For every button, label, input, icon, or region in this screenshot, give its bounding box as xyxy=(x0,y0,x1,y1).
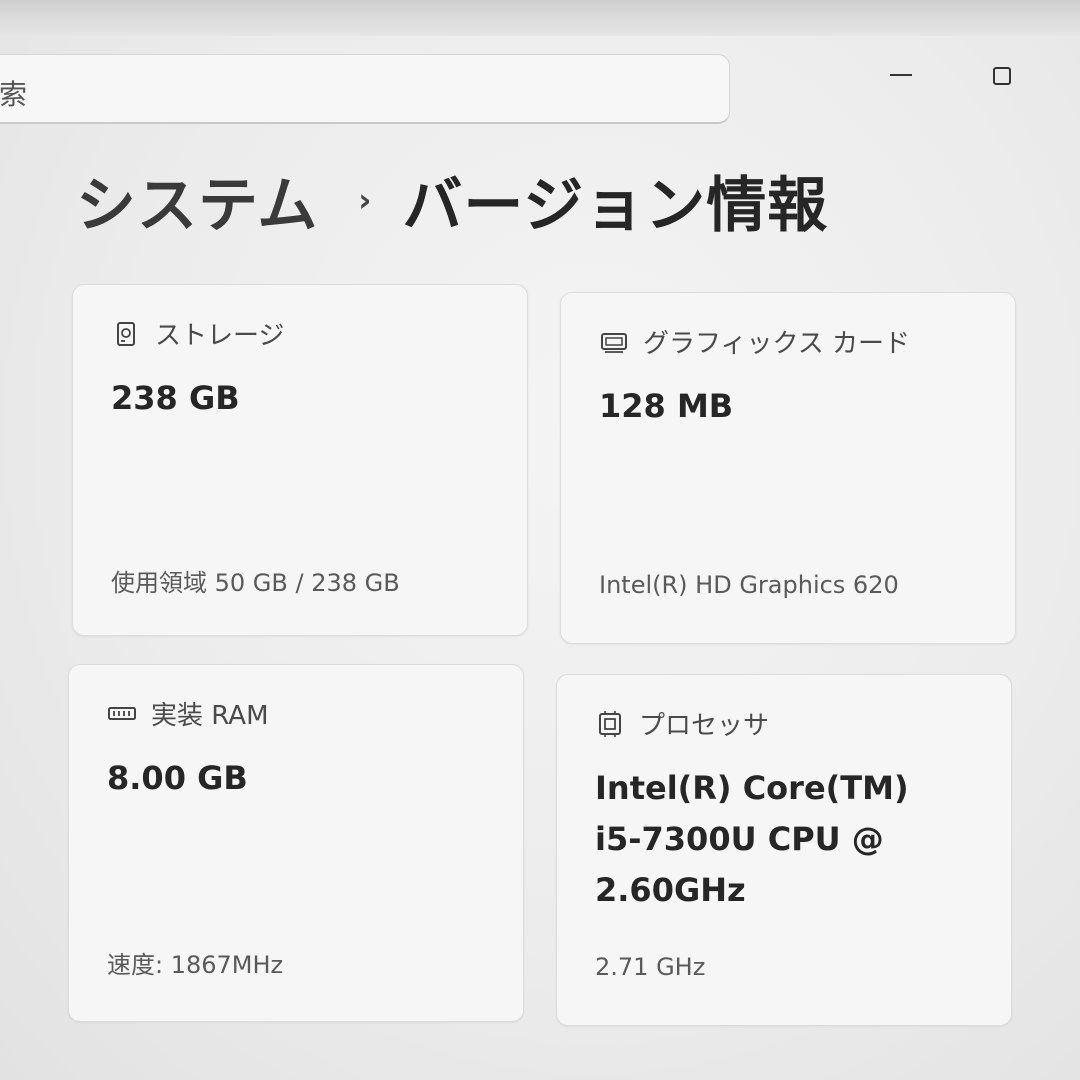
chevron-right-icon: › xyxy=(358,181,373,219)
processor-value: Intel(R) Core(TM) i5-7300U CPU @ 2.60GHz xyxy=(595,763,909,917)
processor-value-line: 2.60GHz xyxy=(595,871,746,910)
display-icon xyxy=(599,327,629,357)
processor-value-line: Intel(R) Core(TM) xyxy=(595,769,909,807)
hard-drive-icon xyxy=(111,319,141,349)
settings-window: 索 システム › バージョン情報 ストレージ 238 GB 使用領域 50 GB… xyxy=(0,0,1080,1080)
storage-card[interactable]: ストレージ 238 GB 使用領域 50 GB / 238 GB xyxy=(72,284,528,636)
processor-label: プロセッサ xyxy=(639,711,770,741)
processor-detail: 2.71 GHz xyxy=(595,953,706,981)
processor-card-header: プロセッサ xyxy=(595,705,769,742)
search-input[interactable]: 索 xyxy=(0,54,730,124)
page-title: バージョン情報 xyxy=(402,170,829,241)
storage-value: 238 GB xyxy=(111,379,240,417)
graphics-card-detail: Intel(R) HD Graphics 620 xyxy=(599,571,899,599)
processor-icon xyxy=(595,709,625,739)
ram-detail: 速度: 1867MHz xyxy=(107,951,284,979)
title-bar xyxy=(0,0,1080,36)
processor-card[interactable]: プロセッサ Intel(R) Core(TM) i5-7300U CPU @ 2… xyxy=(556,674,1012,1026)
storage-card-header: ストレージ xyxy=(111,315,284,352)
storage-detail: 使用領域 50 GB / 238 GB xyxy=(111,569,400,597)
search-placeholder: 索 xyxy=(0,78,28,111)
graphics-card-label: グラフィックス カード xyxy=(643,329,910,359)
ram-value: 8.00 GB xyxy=(107,759,248,797)
storage-label: ストレージ xyxy=(155,321,285,351)
breadcrumb-parent[interactable]: システム xyxy=(76,157,318,244)
minimize-button[interactable] xyxy=(890,74,912,76)
maximize-button[interactable] xyxy=(993,67,1011,85)
graphics-card-value: 128 MB xyxy=(599,387,734,425)
graphics-card-card[interactable]: グラフィックス カード 128 MB Intel(R) HD Graphics … xyxy=(560,292,1016,644)
memory-icon xyxy=(107,699,137,729)
ram-card[interactable]: 実装 RAM 8.00 GB 速度: 1867MHz xyxy=(68,664,524,1022)
ram-card-header: 実装 RAM xyxy=(107,695,269,732)
processor-value-line: i5-7300U CPU @ xyxy=(595,820,884,859)
breadcrumb: システム › バージョン情報 xyxy=(76,160,828,241)
graphics-card-header: グラフィックス カード xyxy=(599,323,910,360)
ram-label: 実装 RAM xyxy=(151,701,269,731)
